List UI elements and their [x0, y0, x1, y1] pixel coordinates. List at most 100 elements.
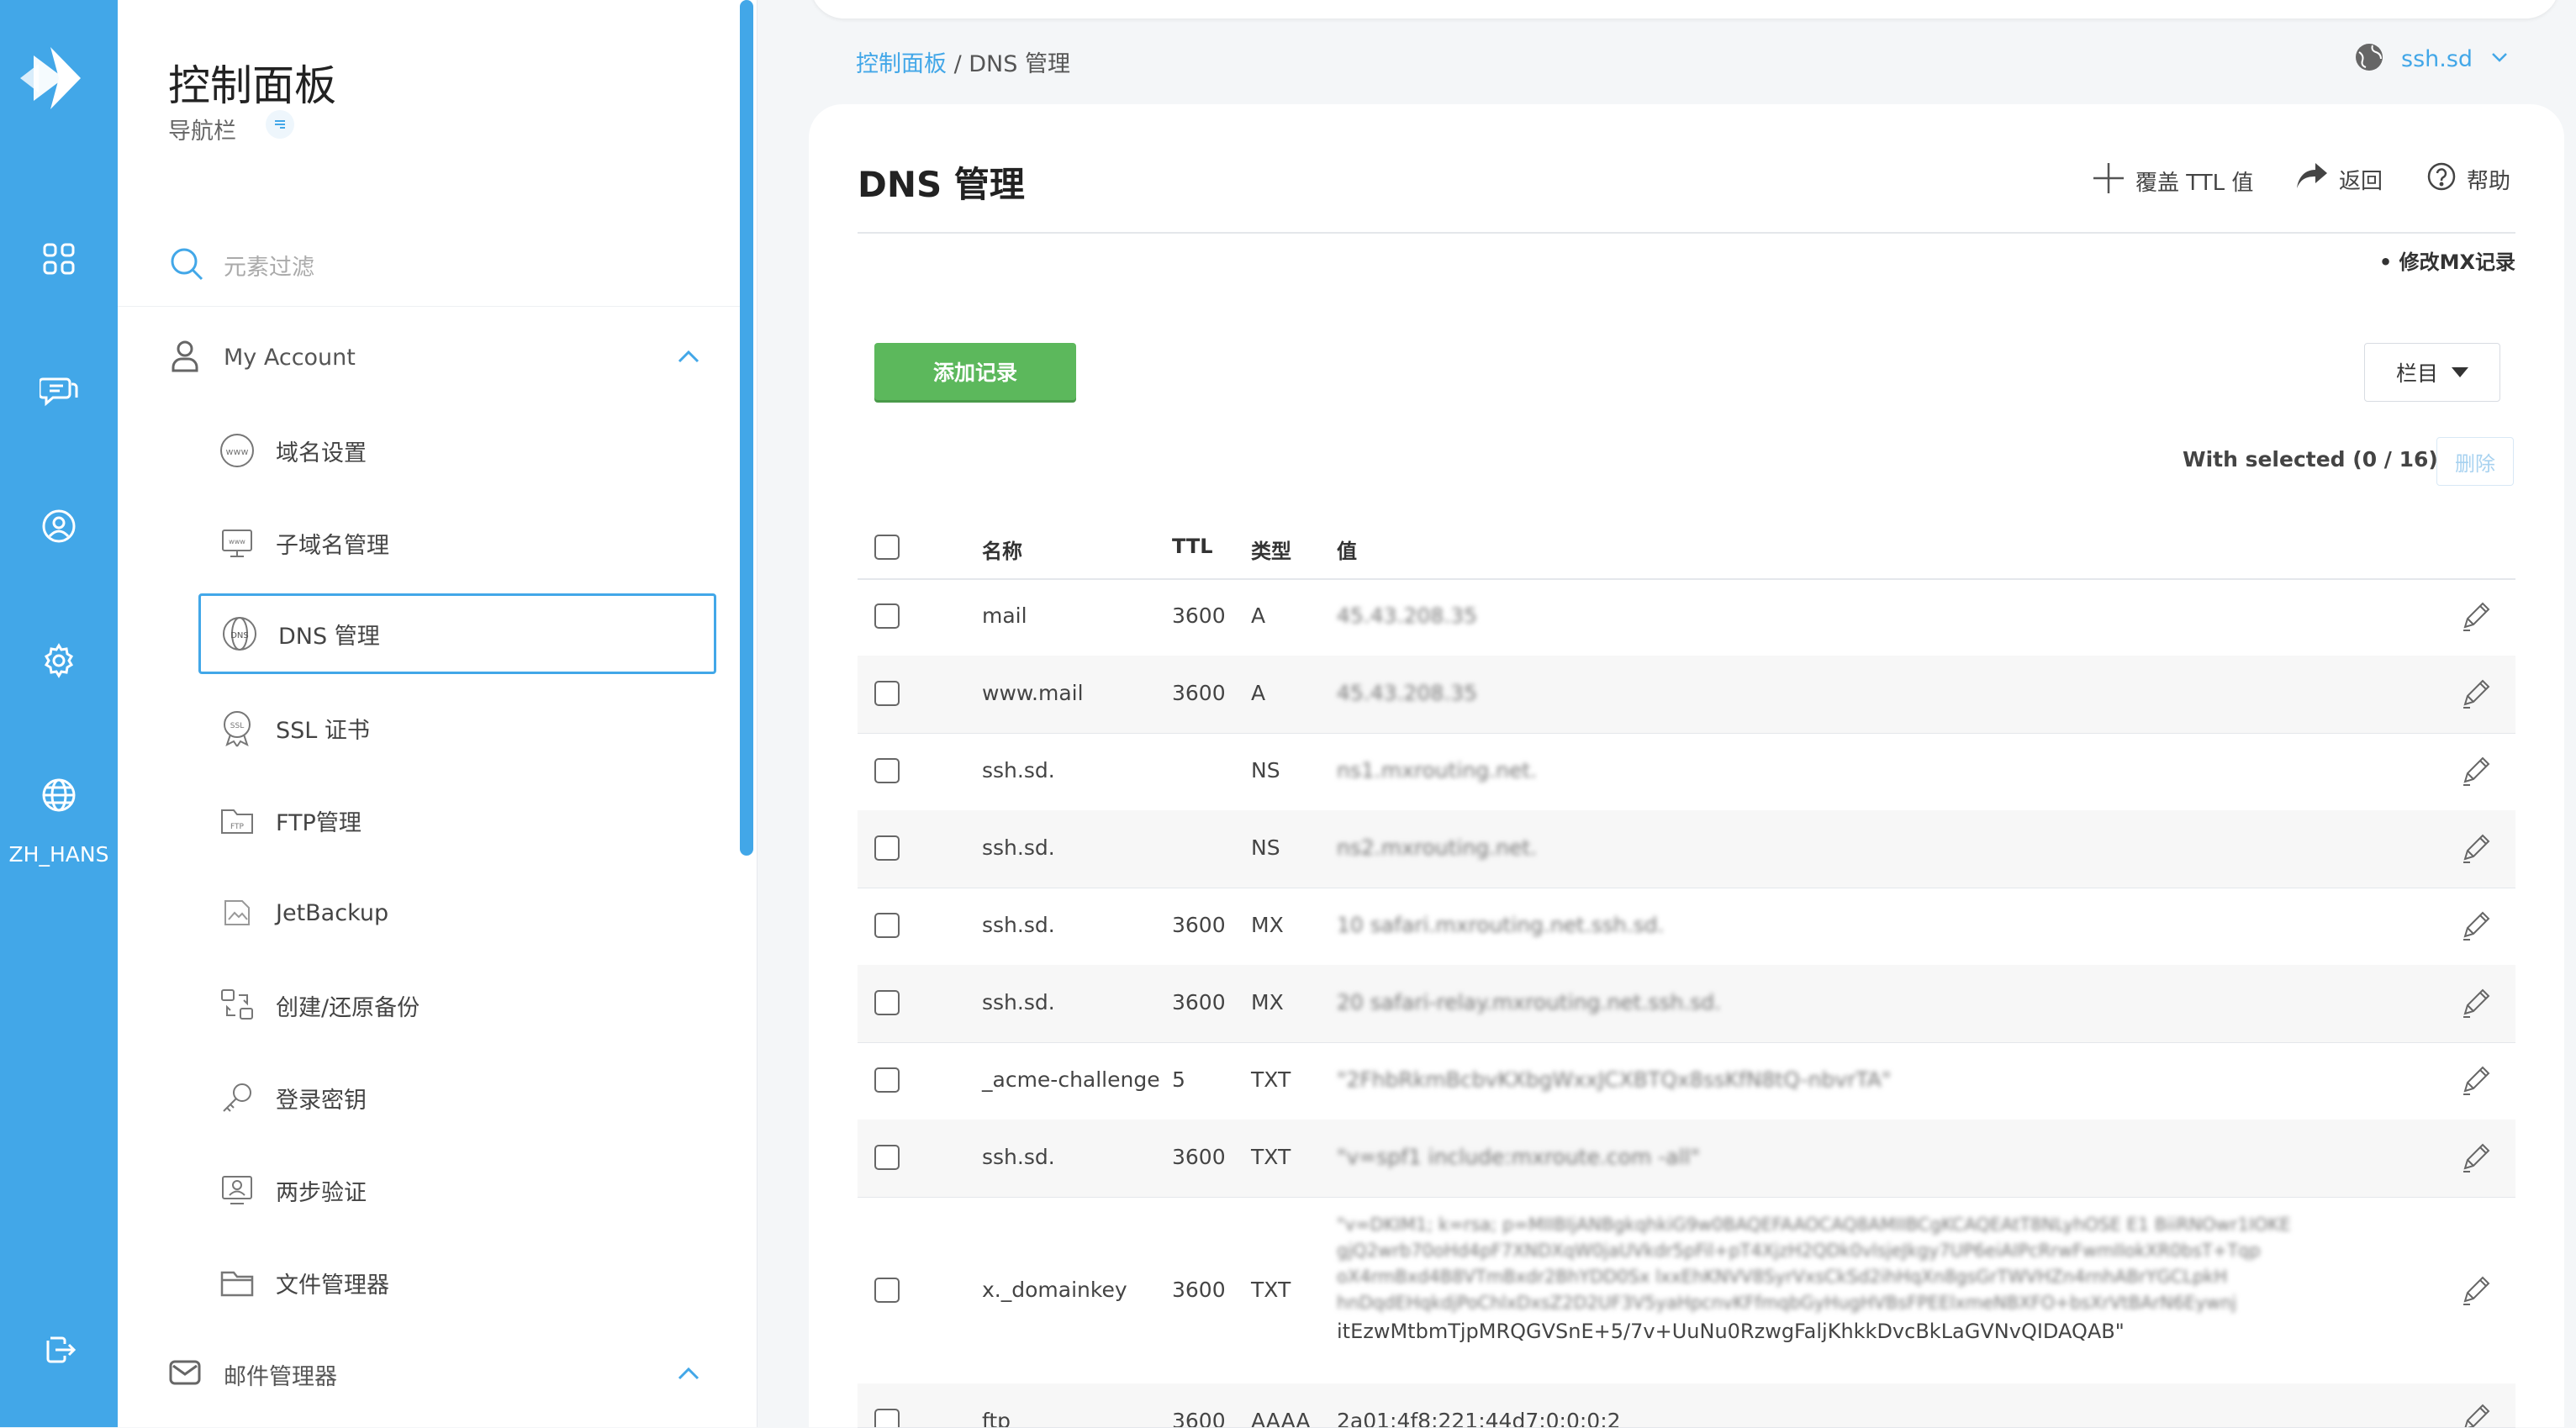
nav-subtitle: 导航栏	[168, 119, 236, 145]
nav-item-label: 两步验证	[276, 1179, 367, 1206]
domain-selector[interactable]: ssh.sd	[2354, 42, 2510, 76]
language-globe-icon[interactable]	[29, 765, 89, 825]
row-checkbox[interactable]	[874, 1145, 900, 1170]
nav-item-dns-management[interactable]: DNS DNS 管理	[198, 593, 716, 674]
override-ttl-button[interactable]: 覆盖 TTL 值	[2092, 161, 2253, 201]
col-name-header[interactable]: 名称	[982, 535, 1022, 564]
delete-button[interactable]: 删除	[2436, 437, 2514, 486]
edit-pencil-icon[interactable]	[2458, 1274, 2492, 1311]
record-name: ssh.sd.	[982, 758, 1055, 783]
language-label[interactable]: ZH_HANS	[0, 842, 118, 867]
record-value: ns1.mxrouting.net.	[1337, 758, 1538, 783]
nav-item-ftp[interactable]: FTP FTP管理	[198, 780, 716, 861]
col-type-header[interactable]: 类型	[1251, 535, 1291, 564]
nav-item-label: 登录密钥	[276, 1087, 367, 1114]
edit-pencil-icon[interactable]	[2458, 1141, 2492, 1178]
nav-scrollbar[interactable]	[740, 0, 753, 856]
modify-mx-link[interactable]: • 修改MX记录	[2379, 245, 2515, 275]
row-checkbox[interactable]	[874, 835, 900, 861]
nav-item-two-factor[interactable]: 两步验证	[198, 1150, 716, 1230]
override-ttl-label: 覆盖 TTL 值	[2135, 171, 2254, 196]
edit-pencil-icon[interactable]	[2458, 832, 2492, 869]
edit-pencil-icon[interactable]	[2458, 600, 2492, 637]
edit-pencil-icon[interactable]	[2458, 909, 2492, 946]
nav-collapse-icon[interactable]	[266, 110, 294, 139]
nav-item-login-keys[interactable]: 登录密钥	[198, 1057, 716, 1138]
nav-item-label: 子域名管理	[276, 532, 389, 559]
nav-item-label: JetBackup	[276, 899, 389, 926]
record-name: x._domainkey	[982, 1278, 1127, 1302]
row-checkbox[interactable]	[874, 1067, 900, 1093]
row-checkbox[interactable]	[874, 990, 900, 1015]
edit-pencil-icon[interactable]	[2458, 755, 2492, 792]
chevron-up-icon[interactable]	[676, 1362, 701, 1390]
nav-item-subdomains[interactable]: www 子域名管理	[198, 503, 716, 583]
dashboard-grid-icon[interactable]	[29, 229, 89, 289]
edit-pencil-icon[interactable]	[2458, 1064, 2492, 1101]
row-checkbox[interactable]	[874, 1278, 900, 1303]
top-bar	[810, 0, 2559, 18]
nav-item-file-manager[interactable]: 文件管理器	[198, 1242, 716, 1323]
col-value-header[interactable]: 值	[1337, 535, 1357, 564]
edit-pencil-icon[interactable]	[2458, 1402, 2492, 1427]
chat-icon[interactable]	[29, 361, 89, 422]
ssl-badge-icon: SSL	[217, 708, 257, 748]
nav-item-domain-settings[interactable]: www 域名设置	[198, 410, 716, 491]
nav-item-ssl[interactable]: SSL SSL 证书	[198, 688, 716, 768]
breadcrumb: 控制面板 / DNS 管理	[856, 45, 1070, 78]
record-type: MX	[1251, 913, 1284, 937]
record-value: ns2.mxrouting.net.	[1337, 835, 1538, 860]
help-circle-icon	[2426, 161, 2457, 198]
user-profile-icon[interactable]	[29, 496, 89, 556]
edit-pencil-icon[interactable]	[2458, 987, 2492, 1024]
record-value: "2FhbRkmBcbvKXbgWxxJCXBTQx8ssKfN8tQ-nbvr…	[1337, 1067, 1892, 1092]
nav-item-backup-restore[interactable]: 创建/还原备份	[198, 965, 716, 1046]
nav-item-label: 创建/还原备份	[276, 994, 420, 1021]
record-name: ssh.sd.	[982, 835, 1055, 860]
section-mail-label: 邮件管理器	[224, 1363, 337, 1390]
section-my-account[interactable]: My Account	[168, 328, 723, 387]
table-row: www.mail 3600 A 45.43.208.35	[858, 656, 2515, 734]
breadcrumb-dashboard-link[interactable]: 控制面板	[856, 51, 947, 77]
nav-item-label: SSL 证书	[276, 717, 370, 744]
record-name: ssh.sd.	[982, 1145, 1055, 1169]
columns-dropdown[interactable]: 栏目	[2364, 343, 2500, 402]
section-mail-manager[interactable]: 邮件管理器	[168, 1345, 723, 1404]
broken-image-icon	[217, 893, 257, 933]
edit-pencil-icon[interactable]	[2458, 677, 2492, 714]
table-row: mail 3600 A 45.43.208.35	[858, 578, 2515, 656]
svg-text:SSL: SSL	[230, 722, 244, 730]
svg-text:www: www	[226, 446, 249, 457]
row-checkbox[interactable]	[874, 681, 900, 706]
svg-text:FTP: FTP	[230, 823, 245, 831]
row-checkbox[interactable]	[874, 1409, 900, 1427]
section-my-account-label: My Account	[224, 344, 356, 371]
brand-logo-icon[interactable]	[15, 40, 103, 116]
left-rail: ZH_HANS	[0, 0, 118, 1427]
add-record-button[interactable]: 添加记录	[874, 343, 1076, 400]
select-all-checkbox[interactable]	[874, 535, 900, 560]
chevron-up-icon[interactable]	[676, 345, 701, 373]
nav-item-jetbackup[interactable]: JetBackup	[198, 872, 716, 953]
page-title: DNS 管理	[858, 164, 1025, 205]
record-value-line: gjQ2wrb70oHd4pF7XNDXqW0jaUVkdr5pFil+pT4X…	[1337, 1241, 2261, 1261]
record-value-line-last: itEzwMtbmTjpMRQGVSnE+5/7v+UuNu0RzwgFaljK…	[1337, 1320, 2125, 1343]
back-button[interactable]: 返回	[2295, 161, 2383, 198]
row-checkbox[interactable]	[874, 758, 900, 783]
record-value: 2a01:4f8:221:44d7:0:0:0:2	[1337, 1409, 1621, 1428]
row-checkbox[interactable]	[874, 913, 900, 938]
logout-icon[interactable]	[29, 1320, 89, 1380]
table-row: ssh.sd. NS ns2.mxrouting.net.	[858, 810, 2515, 888]
record-type: TXT	[1251, 1278, 1291, 1302]
mail-icon	[168, 1356, 202, 1393]
caret-down-icon	[2452, 367, 2468, 377]
record-ttl: 5	[1172, 1067, 1185, 1092]
record-type: TXT	[1251, 1067, 1291, 1092]
help-button[interactable]: 帮助	[2426, 161, 2510, 198]
settings-gear-icon[interactable]	[29, 630, 89, 691]
col-ttl-header[interactable]: TTL	[1172, 535, 1213, 558]
nav-filter-input[interactable]	[222, 247, 696, 287]
row-checkbox[interactable]	[874, 603, 900, 629]
record-ttl: 3600	[1172, 603, 1226, 628]
record-type: NS	[1251, 835, 1280, 860]
